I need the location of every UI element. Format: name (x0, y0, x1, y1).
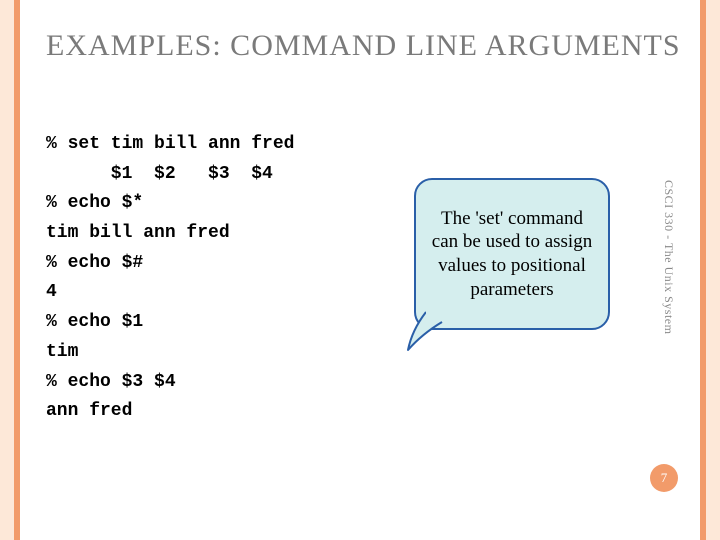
callout-bubble: The 'set' command can be used to assign … (414, 178, 610, 330)
page-number-badge: 7 (650, 464, 678, 492)
code-example: % set tim bill ann fred $1 $2 $3 $4 % ec… (46, 130, 294, 427)
slide: EXAMPLES: COMMAND LINE ARGUMENTS % set t… (14, 0, 706, 540)
page-number: 7 (661, 470, 668, 486)
accent-bar-right (700, 0, 706, 540)
slide-title: EXAMPLES: COMMAND LINE ARGUMENTS (46, 28, 681, 64)
callout-tail-icon (402, 310, 446, 354)
accent-bar-left (14, 0, 20, 540)
callout-text: The 'set' command can be used to assign … (430, 207, 594, 302)
course-label: CSCI 330 - The Unix System (661, 180, 676, 334)
